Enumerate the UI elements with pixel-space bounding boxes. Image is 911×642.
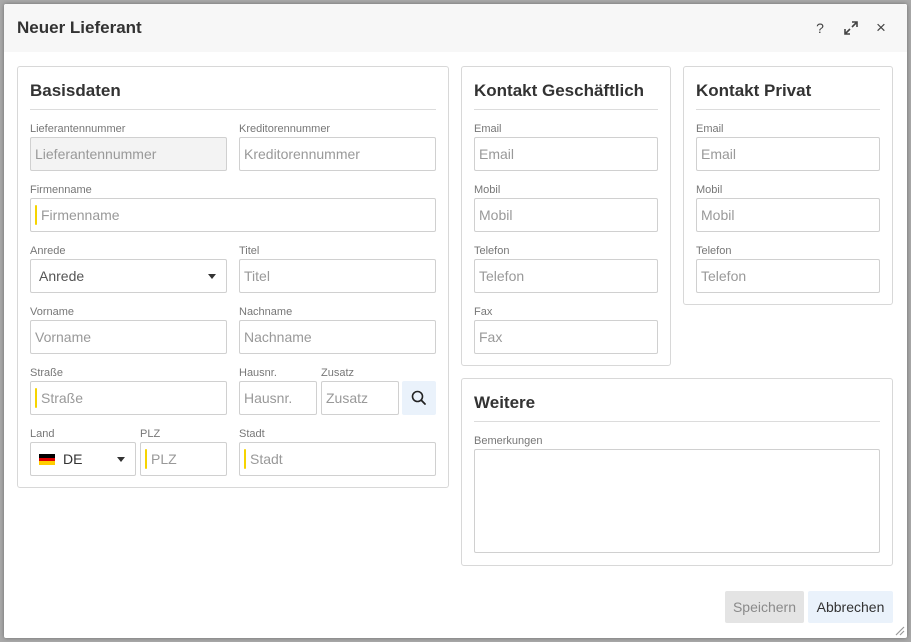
email-label: Email bbox=[696, 123, 724, 135]
firmenname-input[interactable] bbox=[30, 198, 436, 232]
resize-grip-icon[interactable] bbox=[893, 624, 905, 636]
business-fax-input[interactable] bbox=[474, 320, 658, 354]
titel-label: Titel bbox=[239, 245, 260, 257]
divider bbox=[696, 109, 880, 110]
weitere-title: Weitere bbox=[474, 393, 536, 412]
titel-input[interactable] bbox=[239, 259, 436, 293]
stadt-label: Stadt bbox=[239, 428, 265, 440]
cancel-button[interactable]: Abbrechen bbox=[808, 591, 893, 623]
kontakt-privat-card: Kontakt Privat Email Mobil Telefon bbox=[683, 66, 893, 305]
plz-label: PLZ bbox=[140, 428, 161, 440]
kontakt-geschaeftlich-card: Kontakt Geschäftlich Email Mobil Telefon… bbox=[461, 66, 671, 366]
address-search-button[interactable] bbox=[402, 381, 436, 415]
email-label: Email bbox=[474, 123, 502, 135]
telefon-label: Telefon bbox=[474, 245, 510, 257]
vorname-input[interactable] bbox=[30, 320, 227, 354]
divider bbox=[474, 109, 658, 110]
anrede-select[interactable]: Anrede bbox=[30, 259, 227, 293]
close-icon[interactable]: × bbox=[871, 18, 891, 38]
search-icon bbox=[411, 390, 426, 405]
plz-input[interactable] bbox=[140, 442, 227, 476]
zusatz-input[interactable] bbox=[321, 381, 399, 415]
private-phone-input[interactable] bbox=[696, 259, 880, 293]
dialog-title: Neuer Lieferant bbox=[17, 18, 142, 37]
land-select[interactable]: DE bbox=[30, 442, 136, 476]
stadt-input[interactable] bbox=[239, 442, 436, 476]
lieferantennummer-input bbox=[30, 137, 227, 171]
chevron-down-icon bbox=[117, 457, 125, 462]
hausnr-input[interactable] bbox=[239, 381, 317, 415]
strasse-label: Straße bbox=[30, 367, 64, 379]
land-selected: DE bbox=[63, 451, 83, 467]
dialog-titlebar[interactable]: Neuer Lieferant ? × bbox=[4, 4, 907, 52]
anrede-selected: Anrede bbox=[39, 268, 85, 284]
maximize-icon[interactable] bbox=[841, 18, 861, 38]
vorname-label: Vorname bbox=[30, 306, 75, 318]
mobil-label: Mobil bbox=[696, 184, 723, 196]
required-marker bbox=[35, 205, 37, 225]
lieferantennummer-label: Lieferantennummer bbox=[30, 123, 126, 135]
mobil-label: Mobil bbox=[474, 184, 501, 196]
help-icon[interactable]: ? bbox=[810, 18, 830, 38]
basisdaten-title: Basisdaten bbox=[30, 81, 121, 100]
required-marker bbox=[35, 388, 37, 408]
kontakt-geschaeftlich-title: Kontakt Geschäftlich bbox=[474, 81, 645, 100]
kreditorennummer-label: Kreditorennummer bbox=[239, 123, 331, 135]
fax-label: Fax bbox=[474, 306, 493, 318]
divider bbox=[30, 109, 436, 110]
new-supplier-dialog: Neuer Lieferant ? × Basisdaten Lieferant… bbox=[4, 4, 907, 638]
land-label: Land bbox=[30, 428, 55, 440]
business-email-input[interactable] bbox=[474, 137, 658, 171]
bemerkungen-textarea[interactable] bbox=[474, 449, 880, 553]
strasse-input[interactable] bbox=[30, 381, 227, 415]
required-marker bbox=[145, 449, 147, 469]
zusatz-label: Zusatz bbox=[321, 367, 355, 379]
business-phone-input[interactable] bbox=[474, 259, 658, 293]
firmenname-label: Firmenname bbox=[30, 184, 92, 196]
nachname-input[interactable] bbox=[239, 320, 436, 354]
chevron-down-icon bbox=[208, 274, 216, 279]
save-button[interactable]: Speichern bbox=[725, 591, 804, 623]
private-mobile-input[interactable] bbox=[696, 198, 880, 232]
bemerkungen-label: Bemerkungen bbox=[474, 435, 543, 447]
basisdaten-card: Basisdaten Lieferantennummer Kreditorenn… bbox=[17, 66, 449, 488]
divider bbox=[474, 421, 880, 422]
weitere-card: Weitere Bemerkungen bbox=[461, 378, 893, 566]
kreditorennummer-input[interactable] bbox=[239, 137, 436, 171]
kontakt-privat-title: Kontakt Privat bbox=[696, 81, 812, 100]
germany-flag-icon bbox=[39, 454, 55, 465]
required-marker bbox=[244, 449, 246, 469]
nachname-label: Nachname bbox=[239, 306, 293, 318]
telefon-label: Telefon bbox=[696, 245, 732, 257]
business-mobile-input[interactable] bbox=[474, 198, 658, 232]
anrede-label: Anrede bbox=[30, 245, 66, 257]
hausnr-label: Hausnr. bbox=[239, 367, 277, 379]
private-email-input[interactable] bbox=[696, 137, 880, 171]
